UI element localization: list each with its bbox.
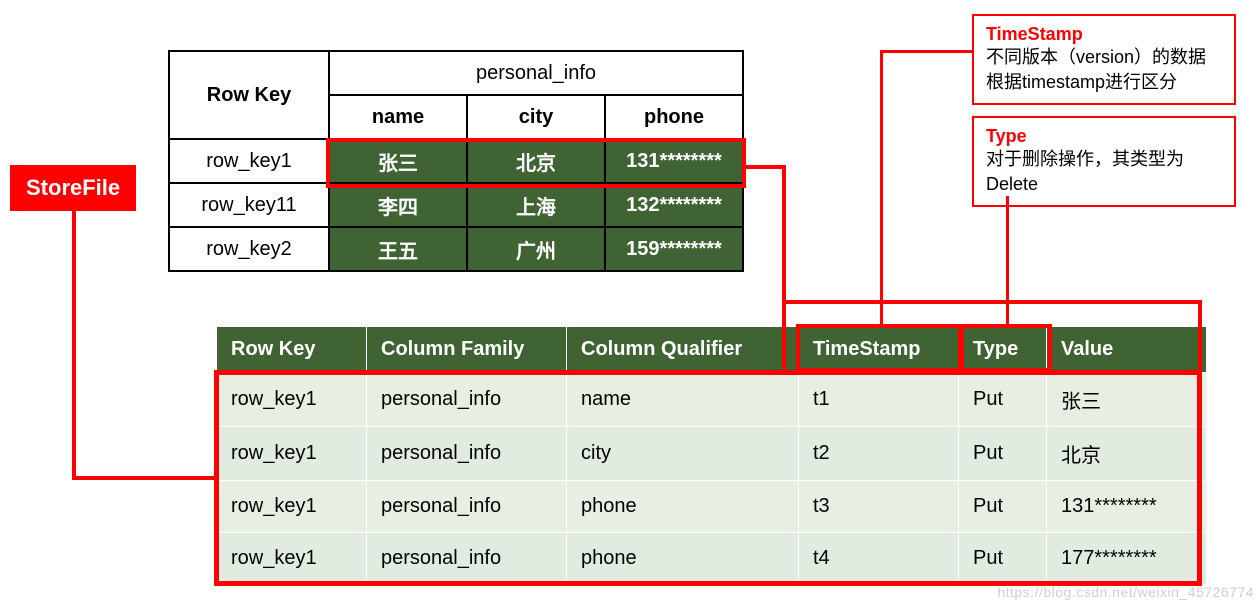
data-cell: 159******** [605,227,743,271]
col-cf: Column Family [367,327,567,373]
cell-cf: personal_info [367,427,567,481]
table-row: row_key1 personal_info name t1 Put 张三 [217,373,1207,427]
callout-type: Type 对于删除操作，其类型为Delete [972,116,1236,207]
connector-line [880,50,883,326]
rowkey-cell: row_key2 [169,227,329,271]
col-timestamp: TimeStamp [799,327,959,373]
callout-timestamp-title: TimeStamp [986,24,1222,45]
data-cell: 132******** [605,183,743,227]
connector-line [782,300,1202,304]
data-cell: 李四 [329,183,467,227]
cell-val: 张三 [1047,373,1207,427]
cell-ts: t1 [799,373,959,427]
callout-type-desc: 对于删除操作，其类型为Delete [986,147,1222,197]
data-cell: 广州 [467,227,605,271]
cell-ts: t4 [799,533,959,585]
cell-tp: Put [959,481,1047,533]
data-cell: 上海 [467,183,605,227]
cell-tp: Put [959,533,1047,585]
callout-timestamp: TimeStamp 不同版本（version）的数据根据timestamp进行区… [972,14,1236,105]
cell-rk: row_key1 [217,427,367,481]
table-row: row_key2 王五 广州 159******** [169,227,743,271]
cell-cf: personal_info [367,373,567,427]
connector-line [880,50,972,53]
col-rowkey: Row Key [217,327,367,373]
column-family-header: personal_info [329,51,743,95]
cell-cq: phone [567,533,799,585]
cell-ts: t2 [799,427,959,481]
table-row: row_key11 李四 上海 132******** [169,183,743,227]
table-row: row_key1 张三 北京 131******** [169,139,743,183]
storefile-label: StoreFile [10,165,136,211]
data-cell: 王五 [329,227,467,271]
cell-cq: phone [567,481,799,533]
connector-line [1198,300,1202,372]
connector-line [782,165,786,370]
data-cell: 北京 [467,139,605,183]
table-row: row_key1 personal_info phone t4 Put 177*… [217,533,1207,585]
qualifier-city: city [467,95,605,139]
cell-tp: Put [959,373,1047,427]
col-cq: Column Qualifier [567,327,799,373]
col-type: Type [959,327,1047,373]
table-row: row_key1 personal_info city t2 Put 北京 [217,427,1207,481]
callout-type-title: Type [986,126,1222,147]
cell-val: 北京 [1047,427,1207,481]
cell-rk: row_key1 [217,373,367,427]
rowkey-cell: row_key1 [169,139,329,183]
qualifier-phone: phone [605,95,743,139]
cell-tp: Put [959,427,1047,481]
cell-cf: personal_info [367,533,567,585]
cell-rk: row_key1 [217,481,367,533]
connector-line [72,476,214,480]
upper-table: Row Key personal_info name city phone ro… [168,50,744,272]
cell-val: 177******** [1047,533,1207,585]
cell-val: 131******** [1047,481,1207,533]
connector-line [1006,196,1009,326]
cell-cq: city [567,427,799,481]
data-cell: 张三 [329,139,467,183]
connector-line [746,165,786,169]
table-row: row_key1 personal_info phone t3 Put 131*… [217,481,1207,533]
cell-cf: personal_info [367,481,567,533]
cell-ts: t3 [799,481,959,533]
cell-cq: name [567,373,799,427]
col-value: Value [1047,327,1207,373]
qualifier-name: name [329,95,467,139]
watermark: https://blog.csdn.net/weixin_45726774 [997,584,1254,600]
rowkey-header: Row Key [169,51,329,139]
cell-rk: row_key1 [217,533,367,585]
connector-line [72,208,76,480]
rowkey-cell: row_key11 [169,183,329,227]
lower-table: Row Key Column Family Column Qualifier T… [216,326,1207,585]
callout-timestamp-desc: 不同版本（version）的数据根据timestamp进行区分 [986,45,1222,95]
data-cell: 131******** [605,139,743,183]
